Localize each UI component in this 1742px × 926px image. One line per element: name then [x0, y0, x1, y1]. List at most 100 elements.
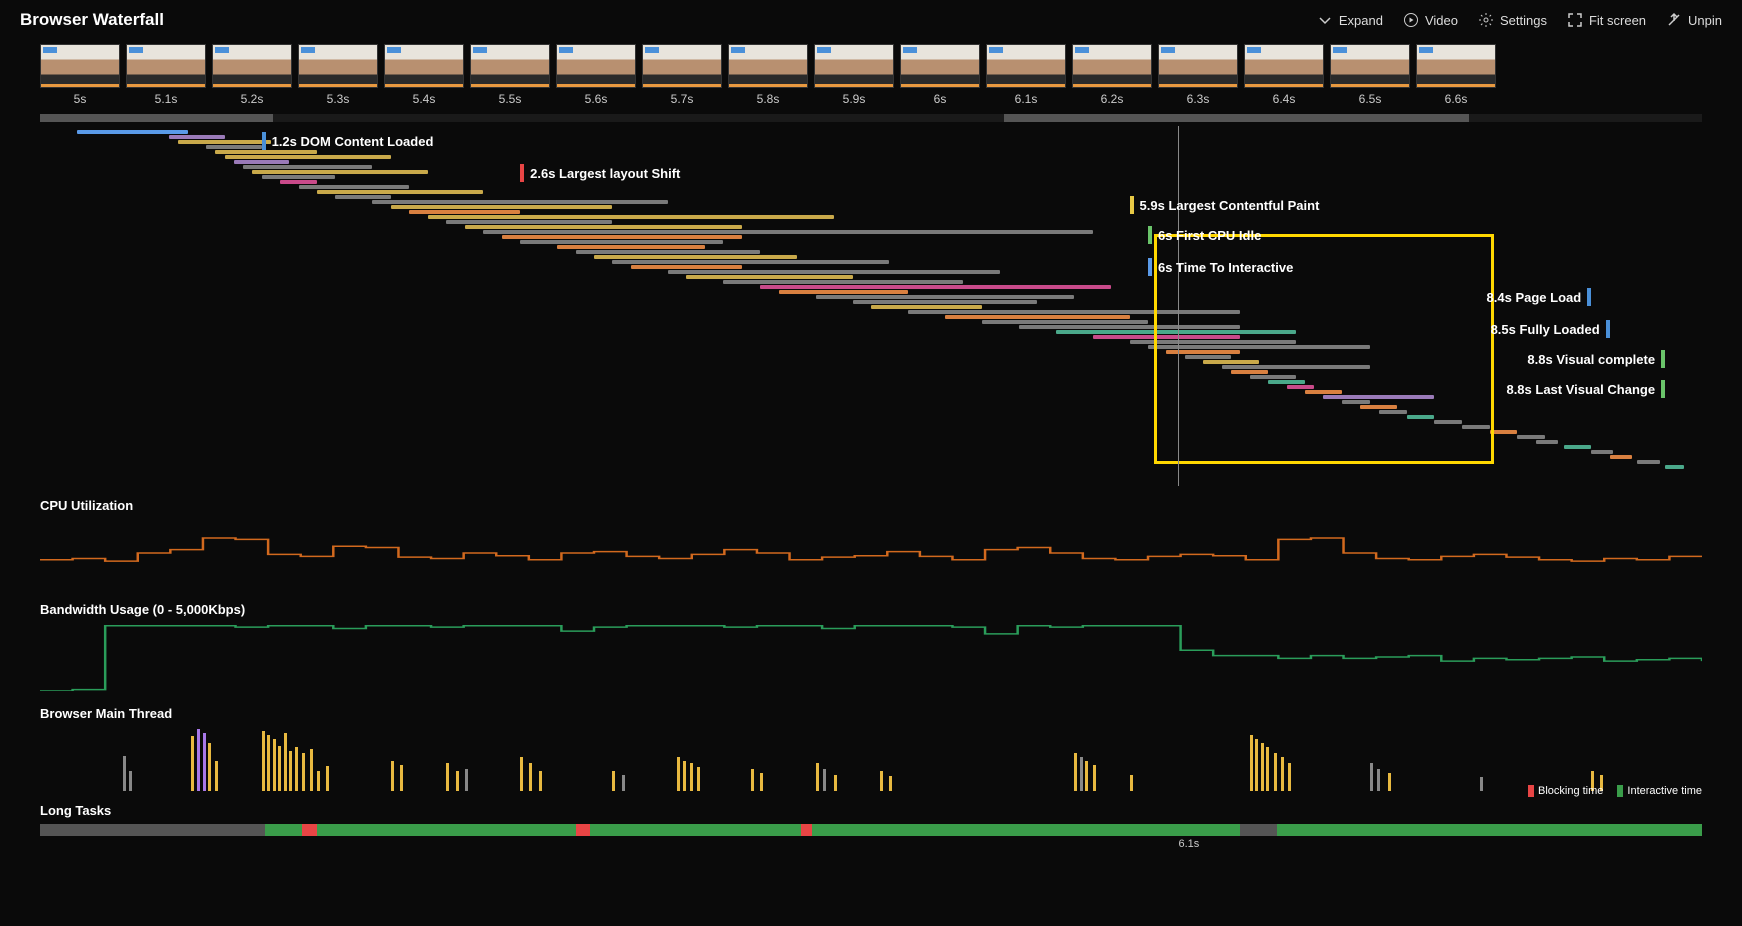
request-bar[interactable]	[335, 195, 390, 199]
request-bar[interactable]	[391, 205, 613, 209]
request-bar[interactable]	[871, 305, 982, 309]
settings-button[interactable]: Settings	[1478, 12, 1547, 28]
filmstrip-frame[interactable]: 5.1s	[126, 44, 206, 106]
request-bar[interactable]	[557, 245, 705, 249]
filmstrip-frame[interactable]: 6.4s	[1244, 44, 1324, 106]
request-bar[interactable]	[77, 130, 188, 134]
request-bar[interactable]	[1019, 325, 1241, 329]
request-bar[interactable]	[594, 255, 797, 259]
request-bar[interactable]	[1185, 355, 1231, 359]
request-bar[interactable]	[243, 165, 372, 169]
request-bar[interactable]	[1637, 460, 1659, 464]
unpin-button[interactable]: Unpin	[1666, 12, 1722, 28]
filmstrip-scrollbar[interactable]	[40, 114, 1702, 122]
request-bar[interactable]	[1130, 340, 1296, 344]
request-bar[interactable]	[1591, 450, 1613, 454]
request-bar[interactable]	[779, 290, 908, 294]
frame-time: 5.1s	[126, 92, 206, 106]
filmstrip-frame[interactable]: 5.8s	[728, 44, 808, 106]
request-bar[interactable]	[317, 190, 483, 194]
bandwidth-chart[interactable]	[40, 623, 1702, 691]
request-bar[interactable]	[612, 260, 889, 264]
request-bar[interactable]	[1407, 415, 1435, 419]
request-bar[interactable]	[483, 230, 1092, 234]
request-bar[interactable]	[446, 220, 612, 224]
fit-screen-button[interactable]: Fit screen	[1567, 12, 1646, 28]
request-bar[interactable]	[1268, 380, 1305, 384]
request-bar[interactable]	[428, 215, 834, 219]
main-thread-chart[interactable]	[40, 727, 1702, 791]
request-bar[interactable]	[206, 145, 261, 149]
request-bar[interactable]	[1536, 440, 1558, 444]
request-bar[interactable]	[816, 295, 1075, 299]
filmstrip-frame[interactable]: 6.2s	[1072, 44, 1152, 106]
filmstrip-frame[interactable]: 5.9s	[814, 44, 894, 106]
request-bar[interactable]	[169, 135, 224, 139]
filmstrip-frame[interactable]: 6.5s	[1330, 44, 1410, 106]
request-bar[interactable]	[215, 150, 317, 154]
waterfall-chart[interactable]: 1.2s DOM Content Loaded2.6s Largest layo…	[40, 126, 1702, 486]
request-bar[interactable]	[723, 280, 963, 284]
request-bar[interactable]	[409, 210, 520, 214]
request-bar[interactable]	[945, 315, 1130, 319]
request-bar[interactable]	[280, 180, 317, 184]
filmstrip-frame[interactable]: 6s	[900, 44, 980, 106]
timeline-cursor[interactable]	[1178, 126, 1179, 486]
request-bar[interactable]	[576, 250, 761, 254]
filmstrip-frame[interactable]: 5s	[40, 44, 120, 106]
filmstrip-frame[interactable]: 5.4s	[384, 44, 464, 106]
request-bar[interactable]	[1093, 335, 1241, 339]
request-bar[interactable]	[668, 270, 1000, 274]
request-bar[interactable]	[1056, 330, 1296, 334]
request-bar[interactable]	[1231, 370, 1268, 374]
request-bar[interactable]	[1222, 365, 1370, 369]
filmstrip-frame[interactable]: 6.1s	[986, 44, 1066, 106]
filmstrip-frame[interactable]: 5.6s	[556, 44, 636, 106]
request-bar[interactable]	[520, 240, 723, 244]
request-bar[interactable]	[502, 235, 742, 239]
request-bar[interactable]	[234, 160, 289, 164]
video-button[interactable]: Video	[1403, 12, 1458, 28]
thumbnail	[1072, 44, 1152, 88]
request-bar[interactable]	[225, 155, 391, 159]
request-bar[interactable]	[299, 185, 410, 189]
request-bar[interactable]	[1323, 395, 1434, 399]
request-bar[interactable]	[1517, 435, 1545, 439]
request-bar[interactable]	[1462, 425, 1490, 429]
filmstrip[interactable]: 5s 5.1s 5.2s5.3s5.4s5.5s5.6s5.7s5.8s5.9s6s…	[0, 40, 1742, 110]
request-bar[interactable]	[262, 175, 336, 179]
request-bar[interactable]	[1665, 465, 1683, 469]
request-bar[interactable]	[178, 140, 270, 144]
request-bar[interactable]	[686, 275, 852, 279]
request-bar[interactable]	[1305, 390, 1342, 394]
request-bar[interactable]	[631, 265, 742, 269]
request-bar[interactable]	[1610, 455, 1632, 459]
filmstrip-frame[interactable]: 6.6s	[1416, 44, 1496, 106]
filmstrip-frame[interactable]: 5.3s	[298, 44, 378, 106]
request-bar[interactable]	[982, 320, 1148, 324]
request-bar[interactable]	[1148, 345, 1370, 349]
request-bar[interactable]	[372, 200, 667, 204]
request-bar[interactable]	[1203, 360, 1258, 364]
filmstrip-frame[interactable]: 5.5s	[470, 44, 550, 106]
filmstrip-frame[interactable]: 5.2s	[212, 44, 292, 106]
request-bar[interactable]	[1434, 420, 1462, 424]
request-bar[interactable]	[1564, 445, 1592, 449]
request-bar[interactable]	[760, 285, 1111, 289]
request-bar[interactable]	[1379, 410, 1407, 414]
request-bar[interactable]	[465, 225, 742, 229]
thread-block	[1388, 773, 1391, 791]
request-bar[interactable]	[1490, 430, 1518, 434]
cpu-chart[interactable]	[40, 519, 1702, 587]
request-bar[interactable]	[908, 310, 1240, 314]
filmstrip-frame[interactable]: 6.3s	[1158, 44, 1238, 106]
long-tasks-bar[interactable]: 6.1s	[40, 824, 1702, 836]
request-bar[interactable]	[1287, 385, 1315, 389]
request-bar[interactable]	[1342, 400, 1370, 404]
request-bar[interactable]	[853, 300, 1038, 304]
expand-button[interactable]: Expand	[1317, 12, 1383, 28]
request-bar[interactable]	[1360, 405, 1397, 409]
filmstrip-frame[interactable]: 5.7s	[642, 44, 722, 106]
request-bar[interactable]	[1250, 375, 1296, 379]
request-bar[interactable]	[252, 170, 427, 174]
